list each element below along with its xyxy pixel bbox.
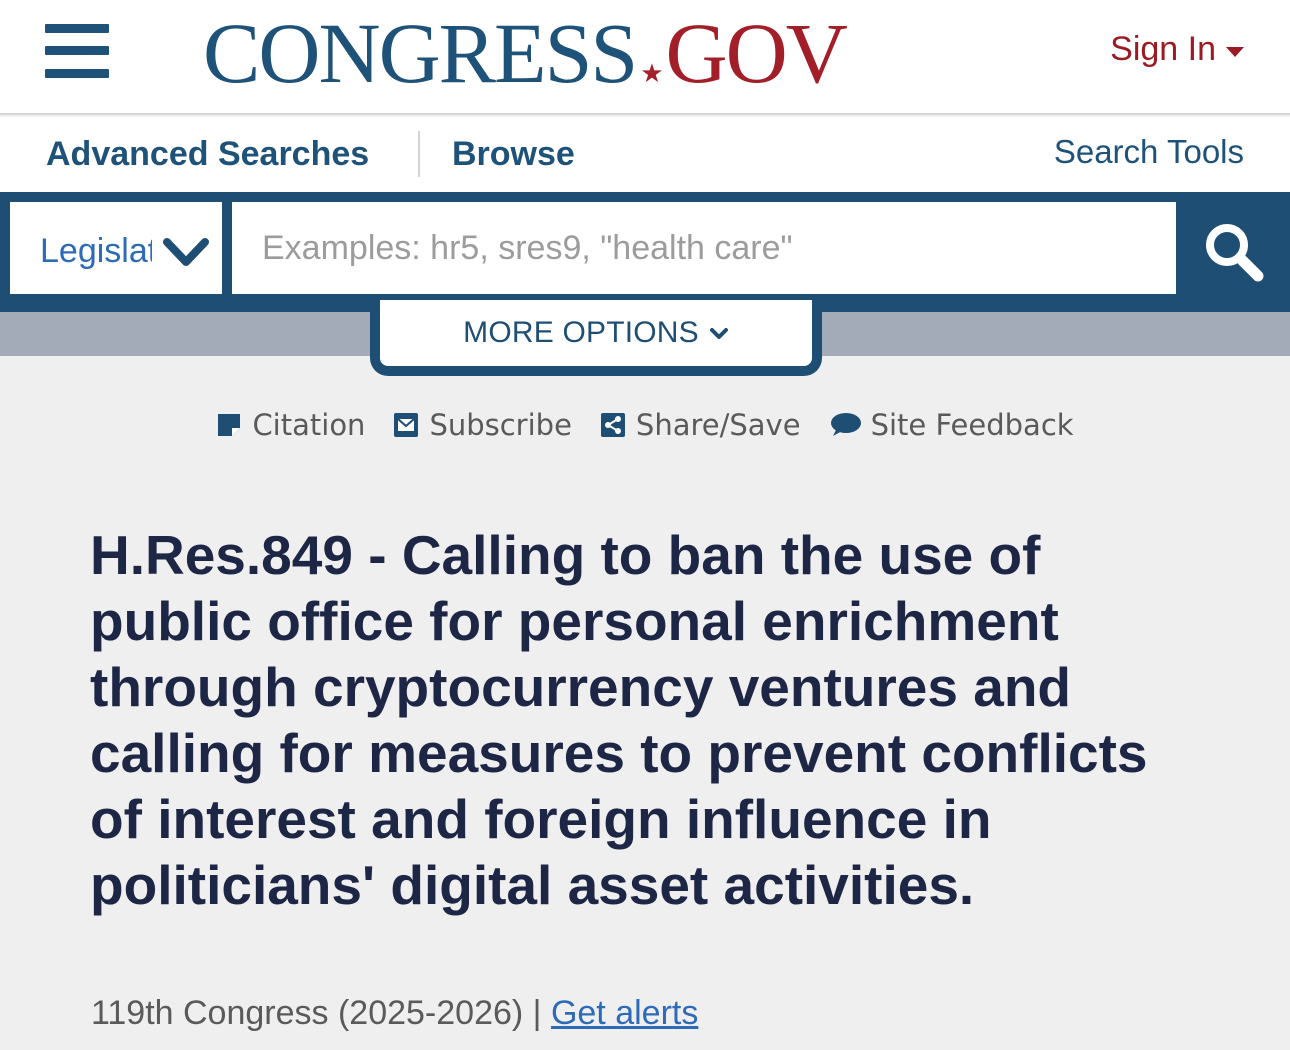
tool-label: Subscribe [429,408,572,442]
comment-icon [830,413,861,436]
get-alerts-link[interactable]: Get alerts [551,994,698,1032]
congress-line: 119th Congress (2025-2026) | Get alerts [91,994,698,1033]
page-title: H.Res.849 - Calling to ban the use of pu… [90,524,1148,916]
site-feedback-button[interactable]: Site Feedback [829,408,1074,442]
search-button[interactable] [1177,192,1290,312]
more-options-toggle[interactable]: MORE OPTIONS [370,300,822,376]
more-options-label: MORE OPTIONS [463,316,699,349]
site-header: CONGRESS ★ GOV Sign In [0,0,1290,115]
search-bar: Legislation [0,192,1290,312]
star-icon: ★ [640,59,664,88]
collection-select[interactable]: Legislation [10,202,222,294]
share-icon [600,413,625,437]
tool-label: Share/Save [635,408,801,442]
tool-label: Citation [252,408,366,442]
menu-icon[interactable] [45,24,109,78]
collection-selected-value: Legislation [40,232,152,270]
subscribe-button[interactable]: Subscribe [393,408,572,442]
chevron-down-icon [163,238,209,266]
main-nav: Advanced Searches Browse Search Tools [0,117,1290,193]
mail-icon [394,413,419,437]
citation-icon [218,414,241,436]
search-input[interactable] [232,202,1176,294]
sign-in-label: Sign In [1110,30,1216,68]
nav-search-tools[interactable]: Search Tools [1054,133,1244,171]
nav-advanced-searches[interactable]: Advanced Searches [46,135,369,174]
page-tools: Citation Subscribe Share/Save Site Feedb… [0,408,1290,442]
nav-browse[interactable]: Browse [452,135,575,174]
search-icon [1205,224,1263,282]
congress-gov-logo[interactable]: CONGRESS ★ GOV [203,5,848,101]
sign-in-button[interactable]: Sign In [1110,30,1244,69]
logo-gov-text: GOV [665,5,848,101]
nav-divider [418,131,420,177]
citation-button[interactable]: Citation [216,408,365,442]
chevron-down-icon [709,328,728,339]
logo-congress-text: CONGRESS [203,5,638,101]
caret-down-icon [1226,46,1244,57]
tool-label: Site Feedback [870,408,1074,442]
share-save-button[interactable]: Share/Save [600,408,801,442]
separator: | [523,994,551,1032]
congress-session: 119th Congress (2025-2026) [91,994,524,1032]
